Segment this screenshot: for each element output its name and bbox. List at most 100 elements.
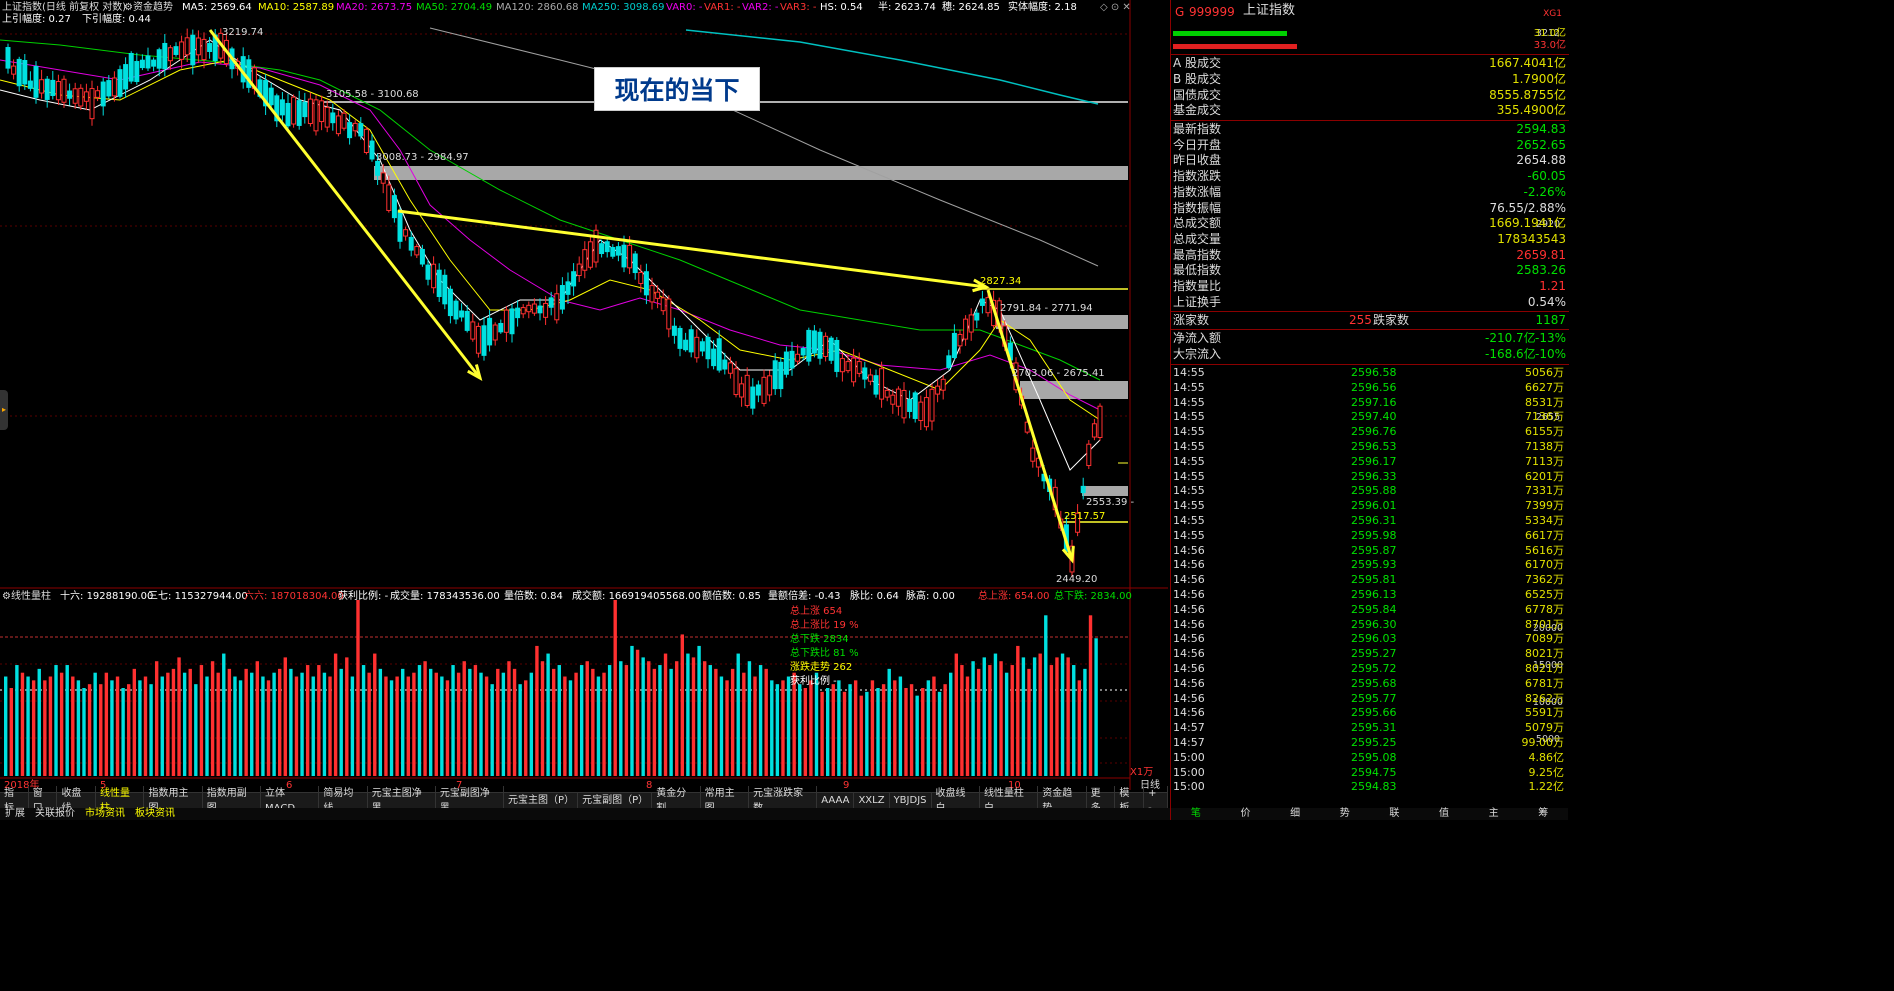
panel-tab[interactable]: 价	[1221, 808, 1271, 820]
volume-bar	[59, 672, 64, 776]
volume-pane-title[interactable]: ⚙线性量柱	[2, 591, 51, 603]
tick-price: 2595.98	[1351, 528, 1397, 542]
stat-66: 六六: 187018304.00	[244, 591, 344, 602]
zone5-label: 2553.39 -	[1086, 497, 1135, 508]
candle-body	[1063, 524, 1069, 552]
metric-pulse-ratio: 脉比: 0.64	[850, 591, 899, 602]
candle-body	[968, 314, 974, 333]
tick-time: 14:56	[1173, 647, 1205, 661]
bottom-tab[interactable]: 市场资讯	[80, 808, 130, 820]
volume-bar	[294, 676, 299, 776]
quote-row-label: 指数涨跌	[1173, 169, 1222, 184]
panel-tab[interactable]: 主	[1469, 808, 1519, 820]
chart-bg	[0, 0, 1168, 808]
candle-body	[705, 336, 711, 360]
menu-item[interactable]: XXLZ	[854, 793, 890, 808]
volume-bar	[853, 680, 858, 776]
quote-row-value: 8555.8755亿	[1489, 87, 1566, 102]
candle-body	[1069, 545, 1075, 573]
tick-volume: 6778万	[1525, 602, 1564, 616]
volume-bar	[932, 676, 936, 776]
volume-bar	[54, 665, 58, 776]
volume-bar	[31, 680, 36, 776]
xg-tag[interactable]: XG1	[1543, 8, 1562, 20]
chart-settings-icon[interactable]: ◇ ⊙ ✕	[1100, 2, 1131, 14]
volume-bar	[15, 665, 19, 776]
bottom-tab[interactable]: 扩展	[0, 808, 30, 820]
candle-body	[106, 80, 112, 97]
candle-body	[503, 309, 509, 333]
volume-bar	[954, 653, 959, 776]
bottom-tab[interactable]: 关联报价	[30, 808, 80, 820]
tick-row: 14:56 2595.77 8262万	[1173, 692, 1564, 707]
tick-row: 14:55 2596.33 6201万	[1173, 470, 1564, 485]
candle-body	[912, 392, 918, 419]
tick-volume: 6170万	[1525, 558, 1564, 572]
panel-tab[interactable]: 细	[1270, 808, 1320, 820]
volume-bar	[831, 684, 835, 776]
metric-vol-mult: 量倍数: 0.84	[504, 591, 563, 602]
volume-bar	[445, 680, 450, 776]
quote-row: 指数涨跌 -60.05	[1173, 169, 1566, 185]
volume-bar	[244, 668, 248, 776]
volume-bar	[222, 653, 226, 776]
tick-volume: 7399万	[1525, 499, 1564, 513]
tick-time: 14:55	[1173, 514, 1205, 527]
panel-tab[interactable]: 势	[1320, 808, 1370, 820]
tick-row: 14:55 2596.76 6155万	[1173, 425, 1564, 440]
bottom-tab[interactable]: 板块资讯	[130, 808, 180, 820]
candle-body	[761, 376, 767, 404]
bar-value-2: 33.0亿	[1533, 40, 1566, 51]
candle-body	[699, 341, 705, 352]
side-handle[interactable]: ▸	[0, 390, 8, 430]
volume-bar	[507, 661, 511, 776]
var1-label: VAR1: -	[704, 2, 741, 13]
volume-bar	[518, 684, 522, 776]
quote-row-value: 2659.81	[1516, 247, 1566, 262]
candle-body	[391, 195, 397, 219]
var0-label: VAR0: -	[666, 2, 703, 13]
candle-body	[638, 271, 644, 284]
candle-body	[246, 59, 252, 88]
candle-body	[251, 67, 257, 90]
tick-volume: 7089万	[1525, 632, 1564, 646]
volume-bar	[730, 668, 735, 776]
annotation-box[interactable]: 现在的当下	[594, 67, 760, 111]
panel-tab[interactable]: 筹	[1518, 808, 1568, 820]
quote-row-label: 指数量比	[1173, 279, 1222, 293]
quote-row-value: 1.21	[1539, 279, 1566, 293]
candle-body	[1052, 486, 1058, 511]
tick-volume: 4.86亿	[1528, 750, 1565, 764]
volume-bar	[479, 672, 483, 776]
tick-price: 2597.16	[1351, 395, 1397, 409]
candle-body	[475, 325, 481, 354]
tick-volume: 8701万	[1525, 617, 1564, 631]
menu-item[interactable]: AAAA	[817, 793, 855, 808]
candle-body	[677, 327, 683, 349]
quote-row: 最新指数 2594.83	[1173, 122, 1566, 138]
volume-bar	[1055, 657, 1059, 776]
ma20-label: MA20: 2673.75	[336, 2, 413, 13]
volume-bar	[216, 672, 220, 776]
volume-bar	[350, 676, 355, 776]
ma10-label: MA10: 2587.89	[258, 2, 335, 13]
quote-row-value: 76.55/2.88%	[1489, 200, 1566, 215]
volume-bar	[154, 661, 159, 776]
volume-bar	[384, 676, 388, 776]
volume-bar	[322, 672, 327, 776]
panel-tab[interactable]: 联	[1370, 808, 1420, 820]
volume-bar	[881, 684, 886, 776]
ma50-line	[0, 39, 1101, 381]
fund-trend-label[interactable]: ⚙资金趋势	[124, 2, 173, 14]
panel-tab[interactable]: 值	[1419, 808, 1469, 820]
menu-item[interactable]: 元宝主图（P）	[504, 793, 579, 808]
volume-bar	[624, 665, 629, 776]
tick-volume: 5591万	[1525, 706, 1564, 720]
overlay-trend: 涨跌走势 262	[790, 662, 853, 673]
panel-tab[interactable]: 笔	[1171, 808, 1221, 820]
candle-body	[179, 41, 185, 60]
menu-item[interactable]: 元宝副图（P）	[578, 793, 653, 808]
candle-body	[207, 43, 213, 52]
menu-item[interactable]: YBJDJS	[890, 793, 932, 808]
candle-body	[425, 264, 431, 280]
